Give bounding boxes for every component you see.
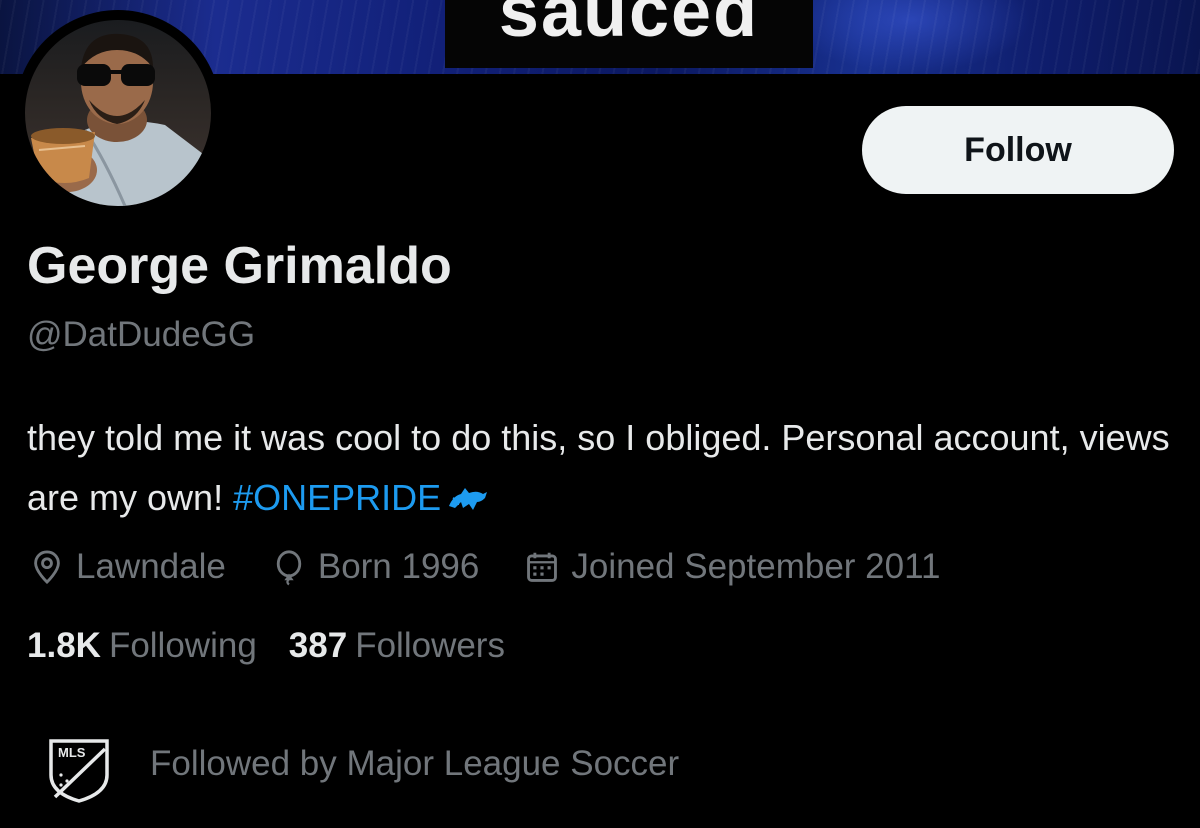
location-text: Lawndale <box>76 547 226 586</box>
followers-count: 387 <box>288 626 348 665</box>
avatar[interactable] <box>15 10 221 216</box>
mls-logo-text: MLS <box>58 745 86 760</box>
lion-emoji-icon <box>447 472 489 532</box>
joined-text: Joined September 2011 <box>571 547 941 586</box>
profile-name: George Grimaldo <box>27 237 452 295</box>
joined-item: Joined September 2011 <box>523 547 940 587</box>
mls-logo-icon[interactable]: MLS <box>45 737 113 805</box>
following-label: Following <box>108 626 257 665</box>
calendar-icon <box>527 552 558 582</box>
avatar-photo <box>25 20 211 206</box>
follow-stats: 1.8K Following 387 Followers <box>27 626 537 666</box>
avatar-photo-illustration <box>31 33 211 206</box>
followers-label: Followers <box>355 626 505 665</box>
following-link[interactable]: 1.8K Following <box>27 626 257 666</box>
profile-handle: @DatDudeGG <box>27 315 256 354</box>
birthdate-item: Born 1996 <box>270 547 480 587</box>
birthdate-text: Born 1996 <box>317 547 480 586</box>
follow-button[interactable]: Follow <box>862 106 1174 194</box>
balloon-icon <box>276 550 302 586</box>
banner-caption: sauced <box>498 0 760 52</box>
location-item: Lawndale <box>28 547 226 587</box>
profile-meta: Lawndale Born 1996 Joined September 2011 <box>28 544 984 590</box>
followed-by-text[interactable]: Followed by Major League Soccer <box>150 744 679 784</box>
followers-link[interactable]: 387 Followers <box>289 626 505 666</box>
location-pin-icon <box>34 550 60 585</box>
profile-bio: they told me it was cool to do this, so … <box>27 408 1177 532</box>
bio-text: they told me it was cool to do this, so … <box>27 417 1170 518</box>
following-count: 1.8K <box>27 626 101 665</box>
bio-hashtag-link[interactable]: #ONEPRIDE <box>233 477 441 518</box>
